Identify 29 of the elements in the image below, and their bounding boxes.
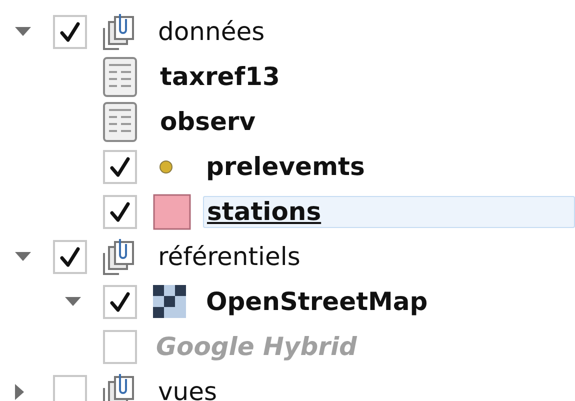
collapse-arrow-icon[interactable]	[65, 297, 81, 306]
collapse-arrow-icon[interactable]	[15, 252, 31, 261]
checkbox[interactable]	[103, 194, 137, 228]
check-icon	[109, 156, 131, 178]
layer-name[interactable]: données	[155, 16, 268, 46]
checkbox[interactable]	[53, 374, 87, 401]
checkbox[interactable]	[103, 284, 137, 318]
layer-name[interactable]: observ	[157, 106, 259, 136]
table-icon	[103, 102, 137, 142]
table-icon	[103, 56, 137, 96]
layer-name[interactable]: stations	[203, 196, 575, 228]
layer-name[interactable]: référentiels	[155, 242, 304, 272]
check-icon	[109, 290, 131, 312]
check-icon	[109, 200, 131, 222]
checkered-tile-icon	[153, 285, 186, 318]
layer-name[interactable]: OpenStreetMap	[203, 286, 431, 316]
checkbox[interactable]	[53, 240, 87, 274]
folder-stack-icon	[103, 14, 135, 50]
checkbox[interactable]	[53, 14, 87, 48]
collapse-arrow-icon[interactable]	[15, 27, 31, 36]
layer-name[interactable]: vues	[155, 376, 220, 401]
checkbox[interactable]	[103, 150, 137, 184]
folder-stack-icon	[103, 238, 135, 274]
expand-arrow-icon[interactable]	[15, 384, 24, 400]
layer-name[interactable]: prelevemts	[203, 152, 368, 182]
layer-name[interactable]: taxref13	[157, 62, 283, 92]
folder-stack-icon	[103, 374, 135, 401]
check-icon	[59, 246, 81, 268]
check-icon	[59, 20, 81, 42]
